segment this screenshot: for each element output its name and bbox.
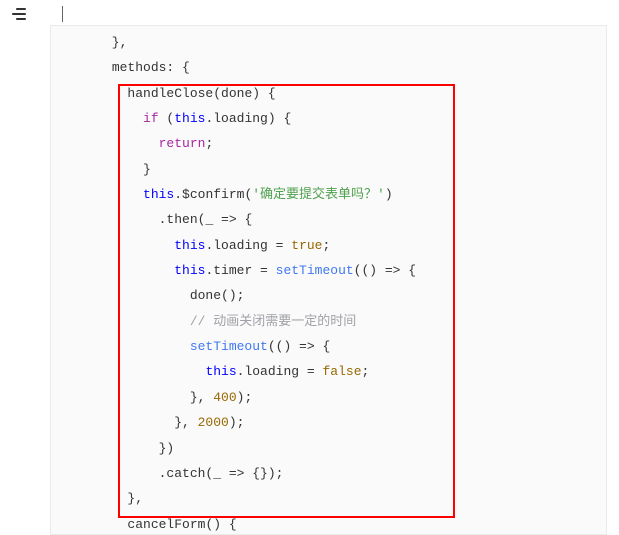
code-line: setTimeout(() => {: [65, 339, 330, 354]
code-line: },: [65, 491, 143, 506]
token-this: this: [174, 238, 205, 253]
code-line: handleClose(done) {: [65, 86, 276, 101]
token-if: if: [143, 111, 159, 126]
text-cursor: [62, 6, 63, 22]
token-setTimeout: setTimeout: [276, 263, 354, 278]
code-line: done();: [65, 288, 244, 303]
code-line: cancelForm() {: [65, 517, 237, 532]
code-line: }: [65, 162, 151, 177]
token-setTimeout: setTimeout: [190, 339, 268, 354]
token-this: this: [205, 364, 236, 379]
token-false: false: [322, 364, 361, 379]
code-line: .catch(_ => {});: [65, 466, 283, 481]
code-line: .then(_ => {: [65, 212, 252, 227]
token-string: '确定要提交表单吗？': [252, 187, 385, 202]
code-line: // 动画关闭需要一定的时间: [65, 314, 356, 329]
token-cancelForm: cancelForm: [127, 517, 205, 532]
code-line: this.$confirm('确定要提交表单吗？'): [65, 187, 393, 202]
token-handleClose: handleClose: [127, 86, 213, 101]
token-this: this: [174, 263, 205, 278]
code-line: }, 400);: [65, 390, 252, 405]
token-comment: // 动画关闭需要一定的时间: [190, 314, 356, 329]
code-line: if (this.loading) {: [65, 111, 291, 126]
menu-icon[interactable]: [12, 8, 28, 22]
code-line: this.timer = setTimeout(() => {: [65, 263, 416, 278]
token-this: this: [143, 187, 174, 202]
token-return: return: [159, 136, 206, 151]
code-line: this.loading = false;: [65, 364, 369, 379]
token-this: this: [174, 111, 205, 126]
code-line: },: [65, 35, 127, 50]
code-block: }, methods: { handleClose(done) { if (th…: [50, 25, 607, 535]
code-line: }, 2000);: [65, 415, 244, 430]
code-line: methods: {: [65, 60, 190, 75]
code-line: return;: [65, 136, 213, 151]
token-num: 400: [213, 390, 236, 405]
token-num: 2000: [198, 415, 229, 430]
token-true: true: [291, 238, 322, 253]
code-content: }, methods: { handleClose(done) { if (th…: [51, 30, 606, 535]
code-line: }): [65, 441, 174, 456]
token-methods: methods: [112, 60, 167, 75]
code-line: this.loading = true;: [65, 238, 330, 253]
